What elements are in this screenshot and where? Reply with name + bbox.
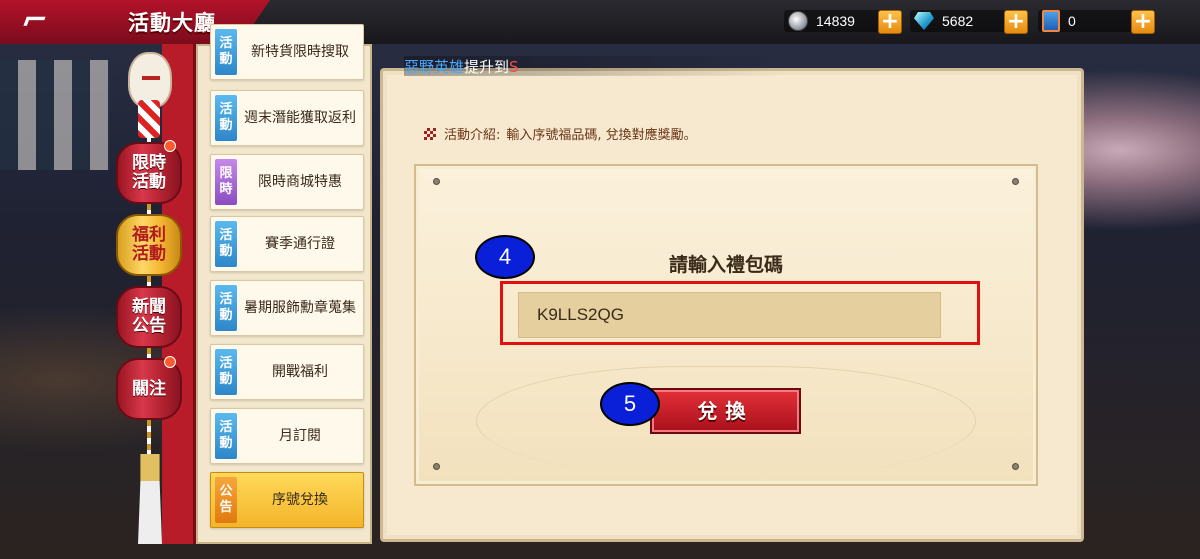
notification-dot — [164, 356, 176, 368]
activity-label: 月訂閱 — [279, 427, 321, 444]
tickets-value: 0 — [1068, 13, 1076, 29]
activity-tag: 公告 — [215, 477, 237, 523]
tickets-display: 0 — [1042, 8, 1076, 34]
activity-tag: 活動 — [215, 413, 237, 459]
rivet-icon — [1012, 178, 1019, 185]
add-coins-button[interactable]: + — [878, 10, 902, 34]
background-banner — [0, 60, 110, 170]
activity-label: 暑期服飾勳章蒐集 — [244, 299, 356, 316]
back-arrow-icon[interactable]: ⌐ — [16, 3, 98, 38]
rivet-icon — [433, 178, 440, 185]
category-news[interactable]: 新聞公告 — [116, 286, 182, 348]
grid-icon — [424, 127, 436, 140]
category-welfare[interactable]: 福利活動 — [116, 214, 182, 276]
diamonds-value: 5682 — [942, 13, 974, 29]
page-title: 活動大廳 — [128, 11, 216, 35]
list-item-battle-welfare[interactable]: 活動 開戰福利 — [210, 344, 364, 400]
activity-tag: 活動 — [215, 29, 237, 75]
ticker-value: S — [509, 58, 519, 76]
activity-tag: 活動 — [215, 349, 237, 395]
candy-cane-icon — [138, 100, 160, 138]
ticker-text: 提升到 — [464, 58, 510, 76]
list-item-new-goods[interactable]: 活動 新特貨限時搜取 — [210, 24, 364, 80]
category-follow[interactable]: 關注 — [116, 356, 182, 420]
list-item-monthly-subscription[interactable]: 活動 月訂閱 — [210, 408, 364, 464]
activity-tag: 活動 — [215, 95, 237, 141]
tassel-icon — [138, 454, 162, 544]
announcement-ticker: 惡野英雄提升到S — [404, 56, 784, 76]
category-limited-time[interactable]: 限時活動 — [116, 140, 182, 204]
step-badge-input: 4 — [475, 235, 535, 279]
category-label: 關注 — [132, 378, 166, 399]
rivet-icon — [433, 463, 440, 470]
ticker-player-name: 惡野英雄 — [404, 58, 465, 76]
activity-tag: 限時 — [215, 159, 237, 205]
coins-value: 14839 — [816, 13, 855, 29]
activity-label: 賽季通行證 — [265, 235, 335, 252]
category-label: 新聞公告 — [132, 297, 166, 336]
step-badge-button: 5 — [600, 382, 660, 426]
ticket-book-icon — [1042, 10, 1060, 32]
activity-label: 週末潛能獲取返利 — [244, 109, 356, 126]
list-item-serial-redeem[interactable]: 公告 序號兌換 — [210, 472, 364, 528]
category-label: 福利活動 — [132, 225, 166, 264]
activity-list[interactable]: 活動 新特貨限時搜取 活動 週末潛能獲取返利 限時 限時商城特惠 活動 賽季通行… — [196, 24, 372, 544]
add-diamonds-button[interactable]: + — [1004, 10, 1028, 34]
category-nav: 限時活動 福利活動 新聞公告 關注 — [112, 44, 186, 554]
list-item-summer-badges[interactable]: 活動 暑期服飾勳章蒐集 — [210, 280, 364, 336]
add-tickets-button[interactable]: + — [1131, 10, 1155, 34]
coins-display: 14839 — [788, 8, 855, 34]
activity-tag: 活動 — [215, 221, 237, 267]
diamond-icon — [914, 12, 934, 30]
activity-label: 開戰福利 — [272, 363, 328, 380]
list-item-limited-shop[interactable]: 限時 限時商城特惠 — [210, 154, 364, 210]
activity-label: 新特貨限時搜取 — [251, 43, 349, 60]
category-label: 限時活動 — [132, 153, 166, 192]
activity-tag: 活動 — [215, 285, 237, 331]
intro-text: 輸入序號福品碼, 兌換對應獎勵。 — [506, 128, 697, 143]
notification-dot — [164, 140, 176, 152]
list-item-season-pass[interactable]: 活動 賽季通行證 — [210, 216, 364, 272]
input-highlight-box — [500, 281, 980, 345]
list-item-weekend-rebate[interactable]: 活動 週末潛能獲取返利 — [210, 90, 364, 146]
intro-label: 活動介紹: — [444, 128, 501, 143]
rivet-icon — [1012, 463, 1019, 470]
diamonds-display: 5682 — [914, 8, 973, 34]
activity-intro: 活動介紹: 輸入序號福品碼, 兌換對應獎勵。 — [424, 124, 697, 143]
activity-label: 限時商城特惠 — [258, 173, 342, 190]
activity-label: 序號兌換 — [272, 491, 328, 508]
silver-coin-icon — [788, 11, 808, 31]
redeem-button[interactable]: 兌換 — [650, 388, 801, 434]
